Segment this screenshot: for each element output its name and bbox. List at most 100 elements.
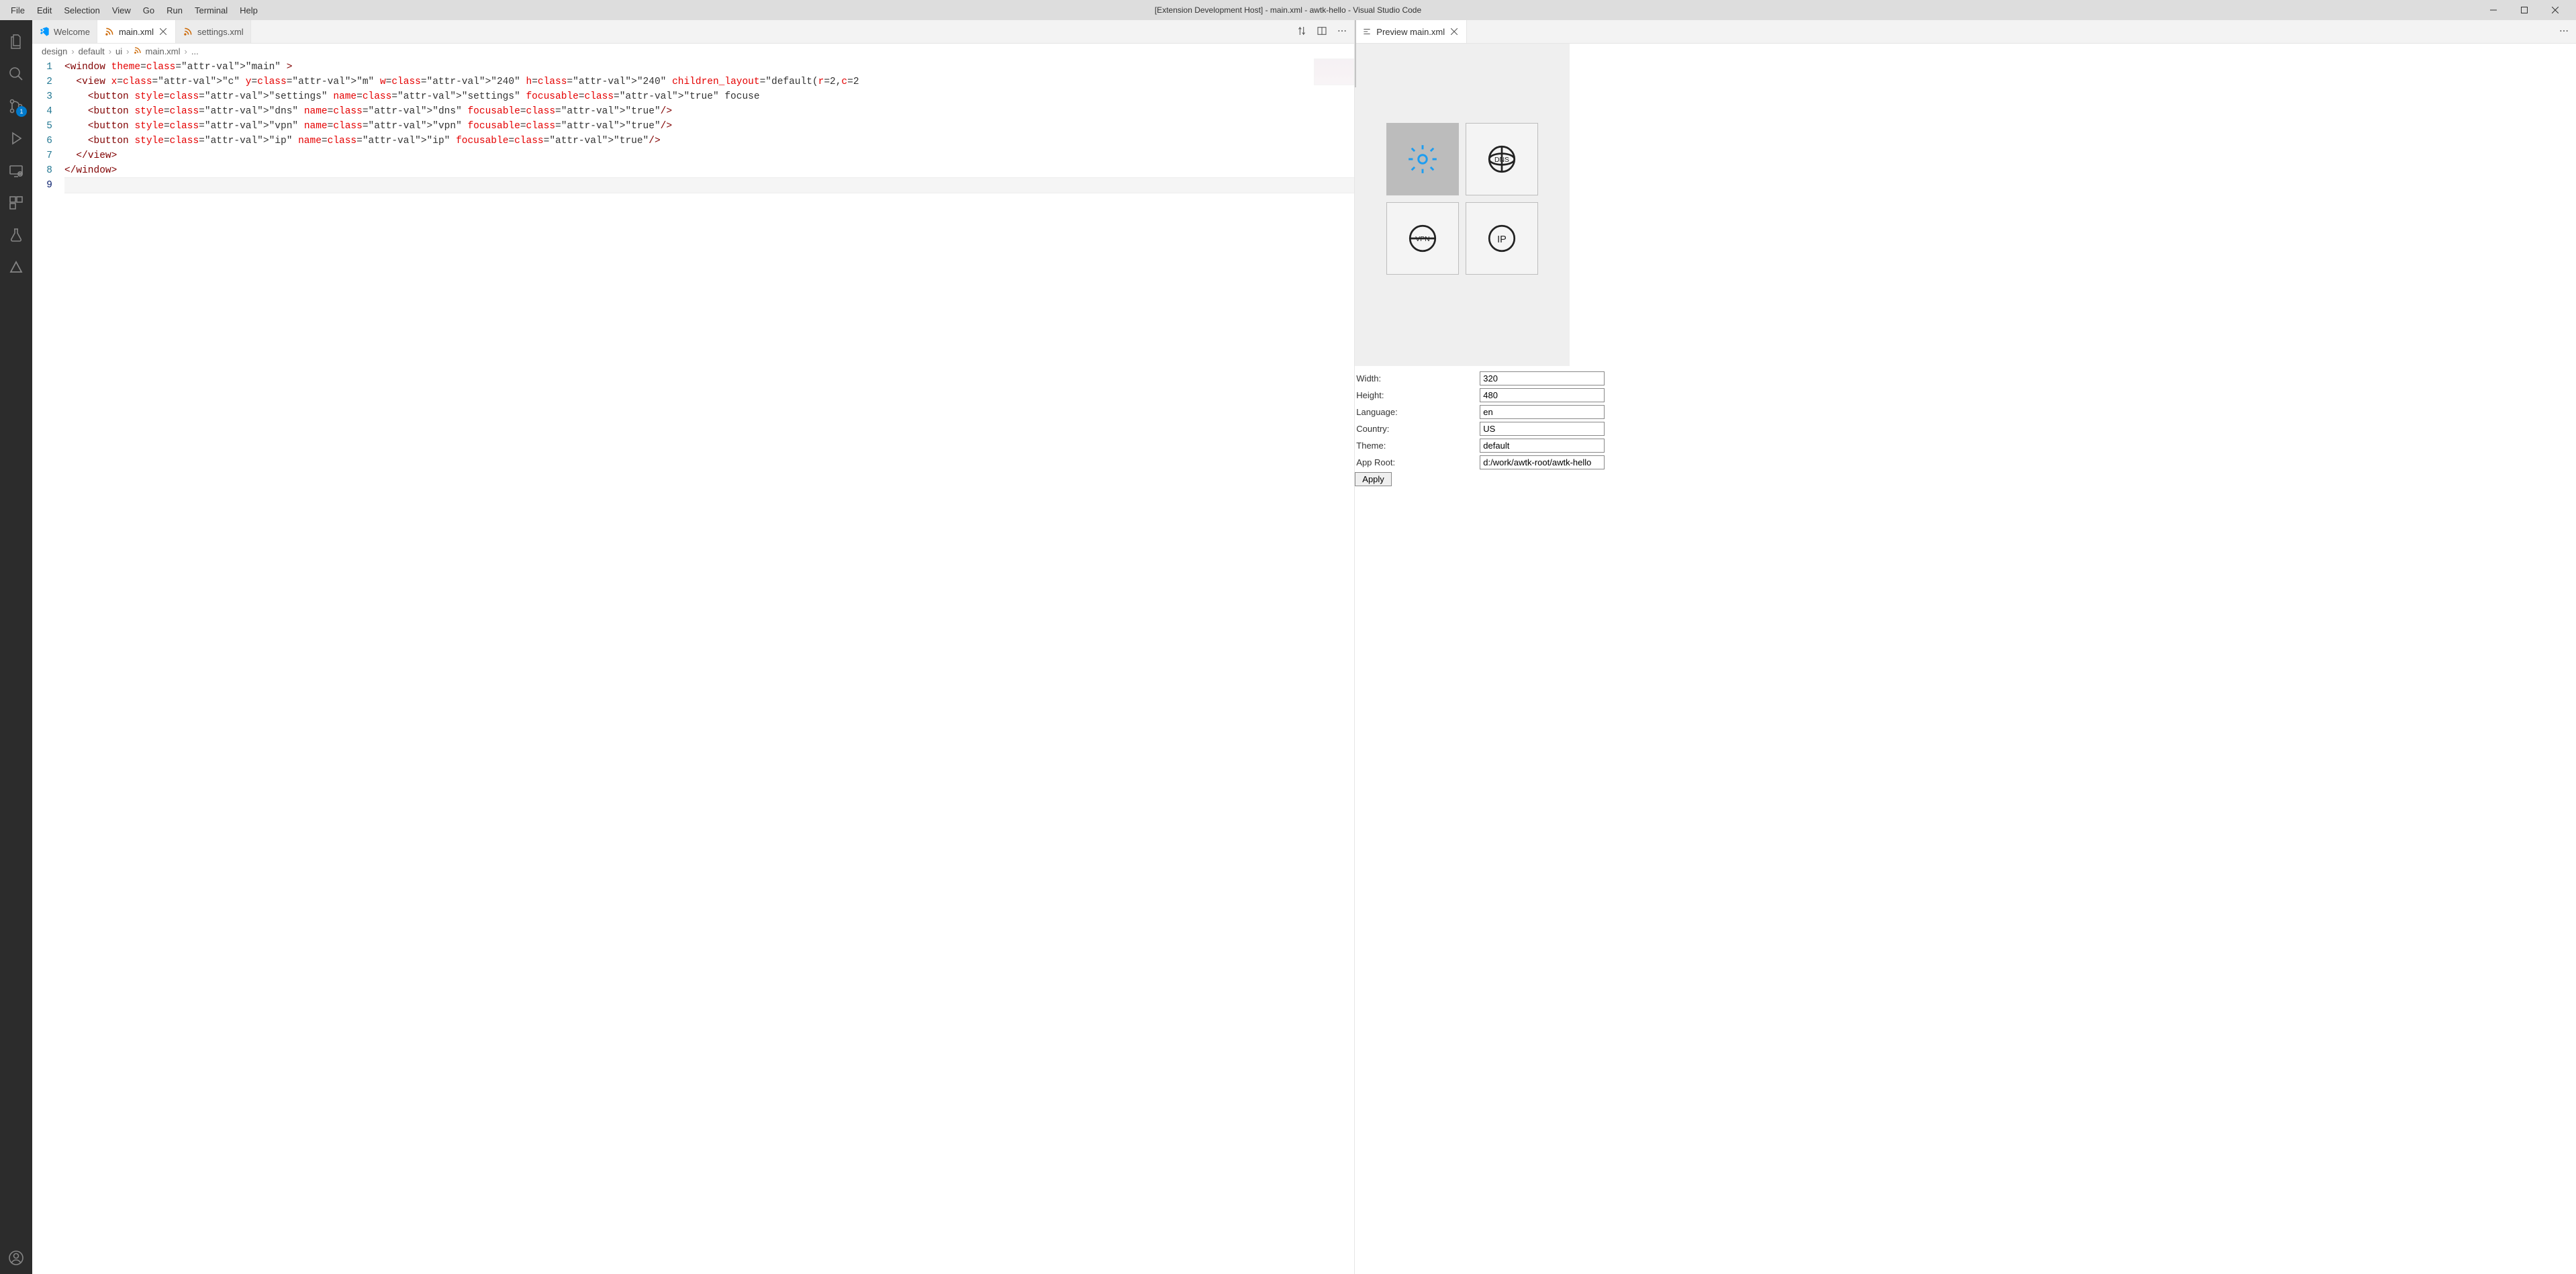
more-actions-button[interactable]	[2559, 26, 2569, 38]
breadcrumb-item[interactable]: design	[42, 46, 67, 56]
menu-selection[interactable]: Selection	[58, 3, 105, 18]
height-input[interactable]	[1480, 388, 1605, 402]
menu-help[interactable]: Help	[234, 3, 263, 18]
preview-icon	[1362, 26, 1372, 37]
chevron-right-icon: ›	[126, 46, 129, 56]
split-icon	[1317, 26, 1327, 36]
more-actions-button[interactable]	[1337, 26, 1347, 38]
rss-icon	[134, 46, 142, 56]
preview-button-ip[interactable]: IP	[1466, 202, 1538, 275]
preview-panel: DNS VPN IP Width:	[1355, 44, 2576, 1274]
rss-icon	[183, 26, 193, 37]
app-root-input[interactable]	[1480, 455, 1605, 469]
theme-label: Theme:	[1355, 441, 1480, 451]
language-input[interactable]	[1480, 405, 1605, 419]
account-icon	[8, 1250, 24, 1266]
split-handle[interactable]	[1355, 20, 1356, 87]
close-icon	[1451, 28, 1458, 35]
activity-extensions[interactable]	[0, 187, 32, 219]
flask-icon	[8, 227, 24, 243]
search-icon	[8, 66, 24, 82]
tab-settings-xml[interactable]: settings.xml	[176, 20, 251, 43]
preview-settings-form: Width: Height: Language: Country:	[1355, 366, 2576, 493]
breadcrumb-item[interactable]: main.xml	[146, 46, 181, 56]
vscode-icon	[39, 26, 50, 37]
menu-run[interactable]: Run	[161, 3, 188, 18]
activity-source-control[interactable]: 1	[0, 90, 32, 122]
ellipsis-icon	[1337, 26, 1347, 36]
menu-file[interactable]: File	[5, 3, 30, 18]
apply-button[interactable]: Apply	[1355, 472, 1392, 486]
preview-button-dns[interactable]: DNS	[1466, 123, 1538, 195]
tabs-right: Preview main.xml	[1355, 20, 2576, 44]
svg-text:IP: IP	[1497, 234, 1507, 245]
gear-icon	[1406, 142, 1439, 176]
tab-welcome[interactable]: Welcome	[32, 20, 97, 43]
tabs-left: Welcome main.xml settings.xml	[32, 20, 1354, 44]
compare-changes-button[interactable]	[1296, 26, 1307, 38]
code-editor[interactable]: 123456789 <window theme=class="attr-val"…	[32, 58, 1354, 1274]
preview-button-vpn[interactable]: VPN	[1386, 202, 1459, 275]
split-editor-button[interactable]	[1317, 26, 1327, 38]
menu-go[interactable]: Go	[138, 3, 160, 18]
theme-input[interactable]	[1480, 439, 1605, 453]
height-label: Height:	[1355, 390, 1480, 400]
tab-main-xml[interactable]: main.xml	[97, 20, 176, 43]
rss-icon	[104, 26, 115, 37]
tab-preview-main-xml[interactable]: Preview main.xml	[1355, 20, 1467, 43]
breadcrumb-item[interactable]: ...	[191, 46, 199, 56]
menu-view[interactable]: View	[107, 3, 136, 18]
activity-bar: 1	[0, 20, 32, 1274]
line-gutter: 123456789	[32, 58, 64, 1274]
svg-text:DNS: DNS	[1494, 156, 1509, 164]
scm-badge: 1	[16, 106, 27, 117]
menu-edit[interactable]: Edit	[32, 3, 57, 18]
svg-text:VPN: VPN	[1416, 236, 1430, 243]
files-icon	[8, 34, 24, 50]
window-title: [Extension Development Host] - main.xml …	[1155, 5, 1421, 15]
activity-accounts[interactable]	[0, 1242, 32, 1274]
vpn-icon: VPN	[1406, 222, 1439, 255]
breadcrumb[interactable]: design › default › ui › main.xml › ...	[32, 44, 1354, 58]
preview-window: DNS VPN IP	[1355, 44, 1570, 366]
country-label: Country:	[1355, 424, 1480, 434]
activity-explorer[interactable]	[0, 26, 32, 58]
activity-search[interactable]	[0, 58, 32, 90]
extensions-icon	[8, 195, 24, 211]
breadcrumb-item[interactable]: ui	[115, 46, 122, 56]
country-input[interactable]	[1480, 422, 1605, 436]
tab-label: settings.xml	[197, 27, 244, 37]
window-minimize-button[interactable]	[2478, 0, 2509, 20]
language-label: Language:	[1355, 407, 1480, 417]
close-icon	[160, 28, 166, 35]
chevron-right-icon: ›	[71, 46, 74, 56]
chevron-right-icon: ›	[109, 46, 111, 56]
breadcrumb-item[interactable]: default	[79, 46, 105, 56]
app-root-label: App Root:	[1355, 457, 1480, 467]
tab-close-button[interactable]	[1449, 26, 1460, 37]
ellipsis-icon	[2559, 26, 2569, 36]
menu-terminal[interactable]: Terminal	[189, 3, 233, 18]
activity-run-debug[interactable]	[0, 122, 32, 154]
menu-bar: File Edit Selection View Go Run Terminal…	[5, 3, 263, 18]
editor-area: Welcome main.xml settings.xml	[32, 20, 2576, 1274]
editor-actions-right	[2552, 20, 2576, 43]
ip-icon: IP	[1485, 222, 1519, 255]
window-maximize-button[interactable]	[2509, 0, 2540, 20]
code-content[interactable]: <window theme=class="attr-val">"main" > …	[64, 58, 1354, 1274]
window-close-button[interactable]	[2540, 0, 2571, 20]
dns-icon: DNS	[1485, 142, 1519, 176]
activity-testing[interactable]	[0, 219, 32, 251]
width-input[interactable]	[1480, 371, 1605, 385]
activity-custom[interactable]	[0, 251, 32, 283]
editor-actions	[1290, 20, 1354, 43]
preview-button-settings[interactable]	[1386, 123, 1459, 195]
minimap[interactable]	[1314, 58, 1354, 85]
compare-icon	[1296, 26, 1307, 36]
tab-close-button[interactable]	[158, 26, 169, 37]
tab-label: Welcome	[54, 27, 90, 37]
width-label: Width:	[1355, 373, 1480, 383]
activity-remote[interactable]	[0, 154, 32, 187]
titlebar: File Edit Selection View Go Run Terminal…	[0, 0, 2576, 20]
remote-icon	[8, 163, 24, 179]
